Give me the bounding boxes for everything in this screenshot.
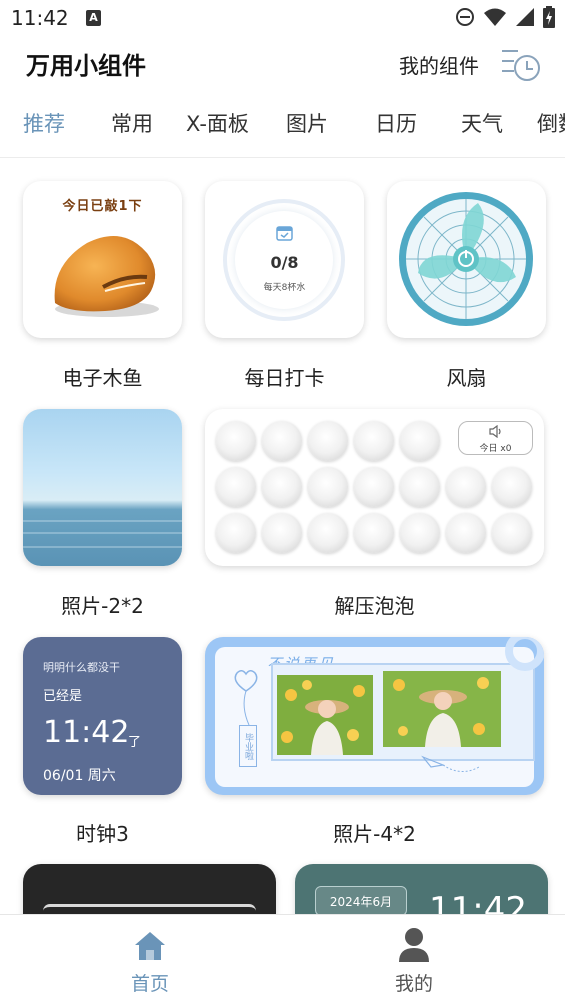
label-clock3: 时钟3: [76, 822, 129, 846]
nav-home-label: 首页: [130, 973, 169, 995]
bubble[interactable]: [400, 467, 440, 507]
clock-suffix: 了: [128, 735, 142, 750]
widget-photo-4x2[interactable]: 不说再见 毕业啦: [205, 637, 544, 795]
bubble-counter: 今日 x0: [458, 421, 533, 455]
bubble[interactable]: [262, 513, 302, 553]
widget-bubbles[interactable]: 今日 x0: [205, 409, 544, 566]
widget-muyu[interactable]: 今日已敲1下: [23, 181, 182, 338]
bubble[interactable]: [446, 513, 486, 553]
widget-fan[interactable]: [387, 181, 546, 338]
nav-mine[interactable]: 我的: [354, 915, 474, 1004]
status-icons: [455, 6, 555, 28]
label-fan: 风扇: [446, 366, 487, 390]
muyu-count-text: 今日已敲1下: [62, 199, 143, 214]
label-muyu: 电子木鱼: [62, 366, 143, 390]
status-time: 11:42: [11, 6, 69, 30]
bubble[interactable]: [354, 467, 394, 507]
clock-time: 11:42: [43, 715, 130, 750]
widget-clock3[interactable]: 明明什么都没干 已经是 11:42 了 06/01 周六: [23, 637, 182, 795]
tab-photos[interactable]: 图片: [286, 108, 328, 138]
user-icon: [399, 928, 429, 962]
speaker-icon: [489, 425, 501, 438]
bubble[interactable]: [446, 467, 486, 507]
nav-home[interactable]: 首页: [90, 915, 210, 1004]
bubble[interactable]: [216, 513, 256, 553]
teal-date: 2024年6月: [315, 886, 407, 916]
tab-countdown[interactable]: 倒数: [537, 108, 565, 138]
bubble-count-text: 今日 x0: [479, 444, 512, 454]
photo4-stamp: 毕业啦: [239, 725, 257, 767]
tabs-divider: [0, 157, 565, 158]
home-icon: [135, 932, 165, 960]
status-bar: 11:42 A: [0, 0, 565, 38]
bubble[interactable]: [216, 421, 256, 461]
bubble[interactable]: [262, 421, 302, 461]
sea-photo: [23, 520, 182, 548]
bubble[interactable]: [308, 467, 348, 507]
label-photo-2x2: 照片-2*2: [61, 594, 144, 618]
battery-icon: [543, 6, 555, 28]
bubble[interactable]: [216, 467, 256, 507]
label-photo-4x2: 照片-4*2: [333, 822, 416, 846]
bubble[interactable]: [354, 513, 394, 553]
bubble[interactable]: [262, 467, 302, 507]
tab-x-panel[interactable]: X-面板: [186, 108, 249, 138]
label-bubbles: 解压泡泡: [334, 594, 415, 618]
widget-photo-2x2[interactable]: [23, 409, 182, 566]
photo-girl-1: [277, 675, 373, 755]
fan-icon: [399, 192, 533, 326]
category-tabs: 推荐 常用 X-面板 图片 日历 天气 倒数: [0, 108, 565, 142]
bubble[interactable]: [400, 421, 440, 461]
calendar-check-icon: [276, 226, 293, 241]
widget-checkin[interactable]: 0/8 每天8杯水: [205, 181, 364, 338]
nav-mine-label: 我的: [394, 973, 433, 995]
tab-calendar[interactable]: 日历: [375, 108, 417, 138]
bubble[interactable]: [308, 421, 348, 461]
tab-common[interactable]: 常用: [111, 108, 153, 138]
notification-a-icon: A: [86, 10, 101, 26]
heart-balloon-icon: [234, 670, 258, 726]
label-checkin: 每日打卡: [244, 366, 325, 390]
bottom-nav: 首页 我的: [0, 914, 565, 1004]
bubble[interactable]: [354, 421, 394, 461]
paper-plane-icon: [421, 755, 480, 772]
bubble[interactable]: [400, 513, 440, 553]
wooden-fish-icon: [54, 235, 159, 317]
my-widgets-link[interactable]: 我的组件: [399, 50, 479, 79]
clock-date: 06/01 周六: [43, 768, 116, 784]
corner-ring: [505, 637, 544, 671]
clock-caption: 明明什么都没干: [43, 661, 120, 674]
checkin-count: 0/8: [270, 253, 299, 272]
signal-icon: [516, 8, 534, 26]
tab-recommended[interactable]: 推荐: [23, 108, 65, 138]
clock-prefix: 已经是: [43, 689, 83, 704]
bubble[interactable]: [492, 467, 532, 507]
tab-weather[interactable]: 天气: [461, 108, 503, 138]
wifi-icon: [484, 8, 506, 26]
dnd-icon: [456, 8, 474, 26]
bubble[interactable]: [308, 513, 348, 553]
widget-history-icon[interactable]: [500, 44, 542, 82]
checkin-goal: 每天8杯水: [263, 283, 306, 293]
photo-girl-2: [383, 671, 501, 747]
bubble[interactable]: [492, 513, 532, 553]
app-title: 万用小组件: [26, 52, 146, 80]
